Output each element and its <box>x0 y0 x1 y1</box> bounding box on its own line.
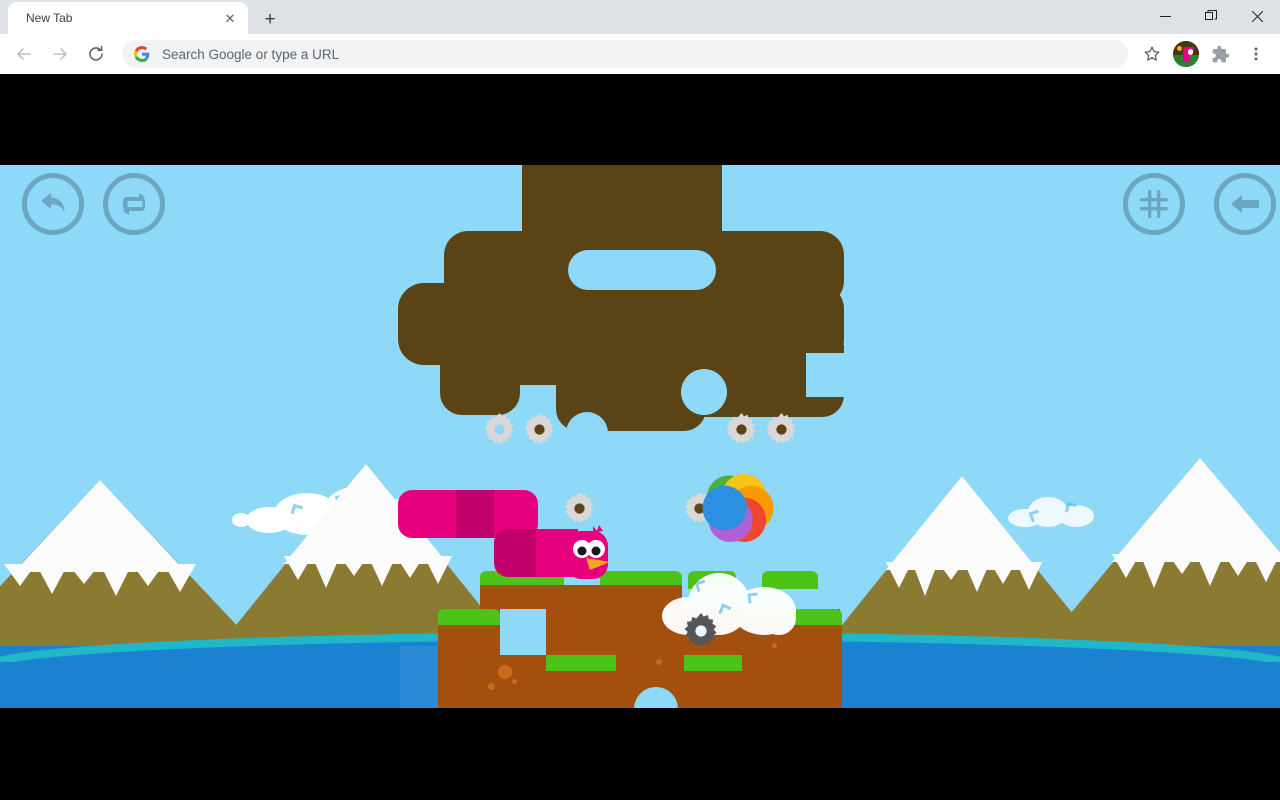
reload-icon[interactable] <box>80 38 112 70</box>
gear-icon-upper-2 <box>523 413 556 446</box>
restore-icon[interactable] <box>1188 0 1234 32</box>
undo-button-ring <box>22 173 84 235</box>
gear-icon-upper-3 <box>725 413 758 446</box>
undo-icon <box>41 193 65 212</box>
platform-grass-mid-right <box>684 655 742 671</box>
platform-grass-mid-center <box>546 655 616 671</box>
omnibox-placeholder: Search Google or type a URL <box>162 46 340 62</box>
terrain-notch-right-slot <box>806 353 852 397</box>
terrain-upper-foot-l <box>440 345 520 415</box>
gear-icon-upper-1 <box>483 413 516 446</box>
browser-toolbar: Search Google or type a URL <box>0 34 1280 74</box>
pebble-2 <box>488 683 495 690</box>
rainbow-fruit-goal[interactable] <box>701 471 775 545</box>
google-icon <box>134 46 150 62</box>
close-icon[interactable]: ✕ <box>220 8 240 28</box>
restart-button-ring <box>103 173 165 235</box>
back-icon[interactable] <box>8 38 40 70</box>
tab-new-tab[interactable]: New Tab ✕ <box>8 2 248 34</box>
restart-button[interactable] <box>103 173 165 235</box>
pebble-3 <box>512 679 517 684</box>
restart-loop-icon <box>123 193 145 215</box>
terrain-notch-l <box>568 250 716 290</box>
platform-grass-mid-left <box>438 609 500 625</box>
snake-tail-segment <box>398 490 460 538</box>
back-to-map-button[interactable] <box>1214 173 1276 235</box>
snake-segment-2 <box>456 490 498 538</box>
terrain-hole-round <box>681 369 727 415</box>
back-to-map-button-ring <box>1214 173 1276 235</box>
grid-icon <box>1140 190 1168 218</box>
pebble-10 <box>656 659 662 665</box>
level-select-button[interactable] <box>1123 173 1185 235</box>
extensions-puzzle-icon[interactable] <box>1204 38 1236 70</box>
bookmark-star-icon[interactable] <box>1136 38 1168 70</box>
new-tab-button[interactable]: + <box>256 5 284 33</box>
terrain-lower-notch-left <box>500 609 546 655</box>
browser-window: New Tab ✕ + Search Google or type a URL <box>0 0 1280 74</box>
pebble-5 <box>772 643 777 648</box>
omnibox[interactable]: Search Google or type a URL <box>122 40 1128 68</box>
gear-icon-upper-4 <box>765 413 798 446</box>
forward-icon[interactable] <box>44 38 76 70</box>
minimize-icon[interactable] <box>1142 0 1188 32</box>
game-canvas[interactable] <box>0 165 1280 708</box>
tab-strip: New Tab ✕ + <box>0 0 1280 34</box>
avatar-snake-eye <box>1187 48 1194 55</box>
browser-menu-icon[interactable] <box>1240 38 1272 70</box>
window-controls <box>1142 0 1280 32</box>
letterbox-top <box>0 74 1280 165</box>
snakebird-head <box>566 525 632 586</box>
level-select-button-ring <box>1123 173 1185 235</box>
gear-icon-lower-dark <box>683 613 719 649</box>
snake-segment-6 <box>530 529 536 577</box>
gear-icon-mid-left <box>563 492 596 525</box>
tab-title: New Tab <box>26 11 73 25</box>
back-arrow-icon <box>1231 195 1259 213</box>
avatar[interactable] <box>1173 41 1199 67</box>
terrain-notch-boot-h <box>566 451 678 489</box>
pebble-1 <box>498 665 512 679</box>
close-window-icon[interactable] <box>1234 0 1280 32</box>
undo-button[interactable] <box>22 173 84 235</box>
terrain <box>0 165 1280 708</box>
letterbox-bottom <box>0 708 1280 800</box>
